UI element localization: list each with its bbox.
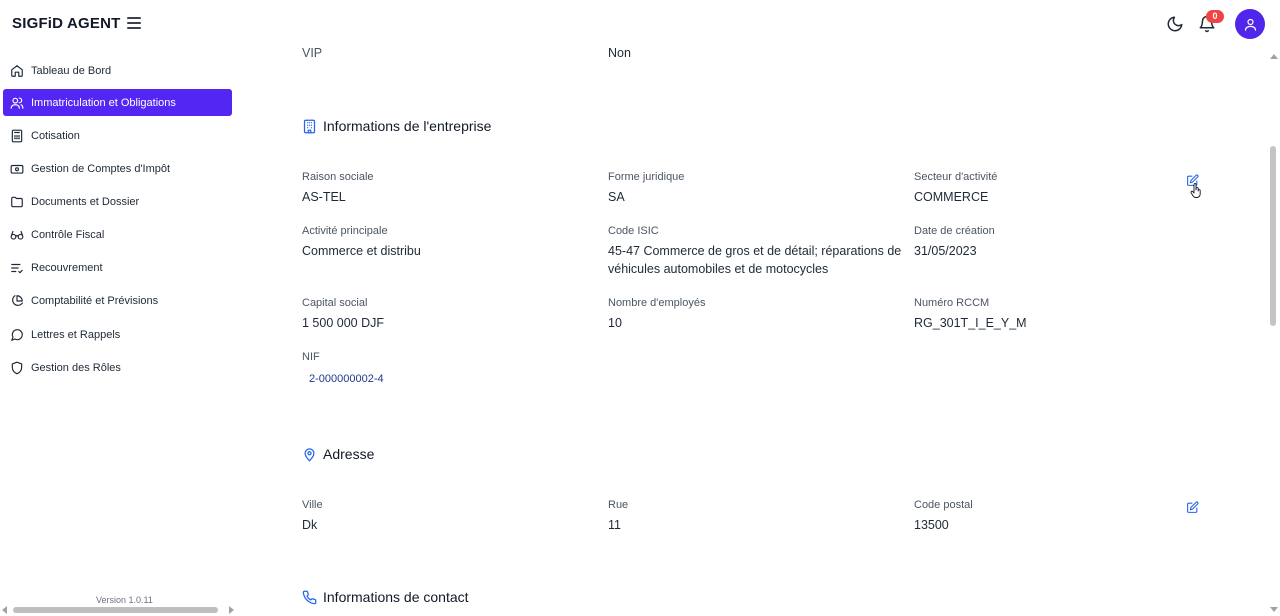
sidebar-item-comptabilite[interactable]: Comptabilité et Prévisions: [3, 287, 232, 314]
date-creation-label: Date de création: [914, 225, 995, 237]
sidebar-item-documents[interactable]: Documents et Dossier: [3, 188, 232, 215]
message-icon: [11, 328, 23, 341]
sidebar-item-lettres[interactable]: Lettres et Rappels: [3, 321, 232, 348]
ville-label: Ville: [302, 499, 323, 511]
phone-icon: [302, 590, 317, 604]
vip-value: Non: [608, 46, 631, 60]
isic-value-line2: véhicules automobiles et de motocycles: [608, 262, 829, 276]
code-postal-label: Code postal: [914, 499, 973, 511]
list-check-icon: [11, 263, 23, 273]
rue-value: 11: [608, 518, 621, 532]
section-title-adresse: Adresse: [302, 446, 374, 462]
rue-label: Rue: [608, 499, 629, 511]
isic-label: Code ISIC: [608, 225, 659, 237]
sidebar-item-label: Comptabilité et Prévisions: [31, 294, 159, 307]
sidebar-item-gestion-comptes[interactable]: Gestion de Comptes d'Impôt: [3, 155, 232, 182]
capital-value: 1 500 000 DJF: [302, 316, 384, 330]
sidebar-item-label: Gestion de Comptes d'Impôt: [31, 162, 171, 175]
sidebar-item-roles[interactable]: Gestion des Rôles: [3, 354, 232, 381]
notification-badge: 0: [1206, 10, 1224, 23]
sidebar-item-label: Tableau de Bord: [31, 64, 112, 77]
scroll-left-arrow[interactable]: [2, 606, 7, 614]
shield-icon: [11, 361, 23, 374]
activite-label: Activité principale: [302, 225, 388, 237]
pie-chart-icon: [12, 294, 23, 306]
wallet-icon: [10, 164, 24, 174]
rccm-value: RG_301T_I_E_Y_M: [914, 316, 1027, 330]
version-label: Version 1.0.11: [96, 595, 153, 605]
edit-adresse-icon[interactable]: [1186, 501, 1199, 514]
sidebar-item-label: Cotisation: [31, 129, 80, 142]
horizontal-scrollbar[interactable]: [13, 607, 218, 613]
secteur-value: COMMERCE: [914, 190, 989, 204]
folder-icon: [11, 196, 23, 207]
nif-link[interactable]: 2-000000002-4: [309, 373, 384, 385]
avatar[interactable]: [1235, 9, 1265, 39]
app-title: SIGFiD AGENT: [12, 15, 121, 32]
sidebar-item-cotisation[interactable]: Cotisation: [3, 122, 232, 149]
sidebar-item-label: Immatriculation et Obligations: [31, 96, 176, 109]
code-postal-value: 13500: [914, 518, 949, 532]
secteur-label: Secteur d'activité: [914, 171, 998, 183]
forme-juridique-label: Forme juridique: [608, 171, 685, 183]
capital-label: Capital social: [302, 297, 368, 309]
section-title-text: Informations de l'entreprise: [323, 118, 492, 134]
sidebar-item-label: Lettres et Rappels: [31, 328, 121, 341]
map-pin-icon: [304, 447, 315, 461]
menu-toggle-icon[interactable]: [127, 17, 141, 31]
nif-label: NIF: [302, 351, 320, 363]
scroll-down-arrow[interactable]: [1270, 607, 1278, 612]
section-title-text: Adresse: [323, 446, 375, 462]
isic-value-line1: 45-47 Commerce de gros et de détail; rép…: [608, 244, 902, 258]
section-title-contact: Informations de contact: [302, 589, 469, 605]
building-icon: [303, 119, 316, 133]
section-title-entreprise: Informations de l'entreprise: [302, 118, 491, 134]
raison-sociale-value: AS-TEL: [302, 190, 346, 204]
ville-value: Dk: [302, 518, 318, 532]
sidebar-item-immatriculation[interactable]: Immatriculation et Obligations: [3, 89, 232, 116]
scroll-up-arrow[interactable]: [1270, 54, 1278, 59]
scroll-right-arrow[interactable]: [229, 606, 234, 614]
home-icon: [11, 64, 23, 77]
sidebar-item-tableau-de-bord[interactable]: Tableau de Bord: [3, 57, 232, 84]
calculator-icon: [11, 129, 23, 142]
users-icon: [10, 96, 24, 109]
moon-icon[interactable]: [1166, 15, 1184, 33]
sidebar-item-label: Recouvrement: [31, 261, 103, 274]
sidebar-item-label: Contrôle Fiscal: [31, 228, 105, 241]
activite-value: Commerce et distribu: [302, 244, 421, 258]
forme-juridique-value: SA: [608, 190, 625, 204]
employes-label: Nombre d'employés: [608, 297, 706, 309]
date-creation-value: 31/05/2023: [914, 244, 977, 258]
sidebar-item-label: Documents et Dossier: [31, 195, 140, 208]
sidebar-item-label: Gestion des Rôles: [31, 361, 121, 374]
raison-sociale-label: Raison sociale: [302, 171, 374, 183]
rccm-label: Numéro RCCM: [914, 297, 990, 309]
vertical-scrollbar[interactable]: [1270, 146, 1276, 326]
hand-cursor-icon: [1190, 183, 1201, 198]
glasses-icon: [10, 230, 24, 240]
employes-value: 10: [608, 316, 622, 330]
section-title-text: Informations de contact: [323, 589, 469, 605]
vip-label: VIP: [302, 46, 323, 60]
sidebar-item-controle-fiscal[interactable]: Contrôle Fiscal: [3, 221, 232, 248]
user-icon: [1244, 18, 1256, 31]
sidebar-item-recouvrement[interactable]: Recouvrement: [3, 254, 232, 281]
